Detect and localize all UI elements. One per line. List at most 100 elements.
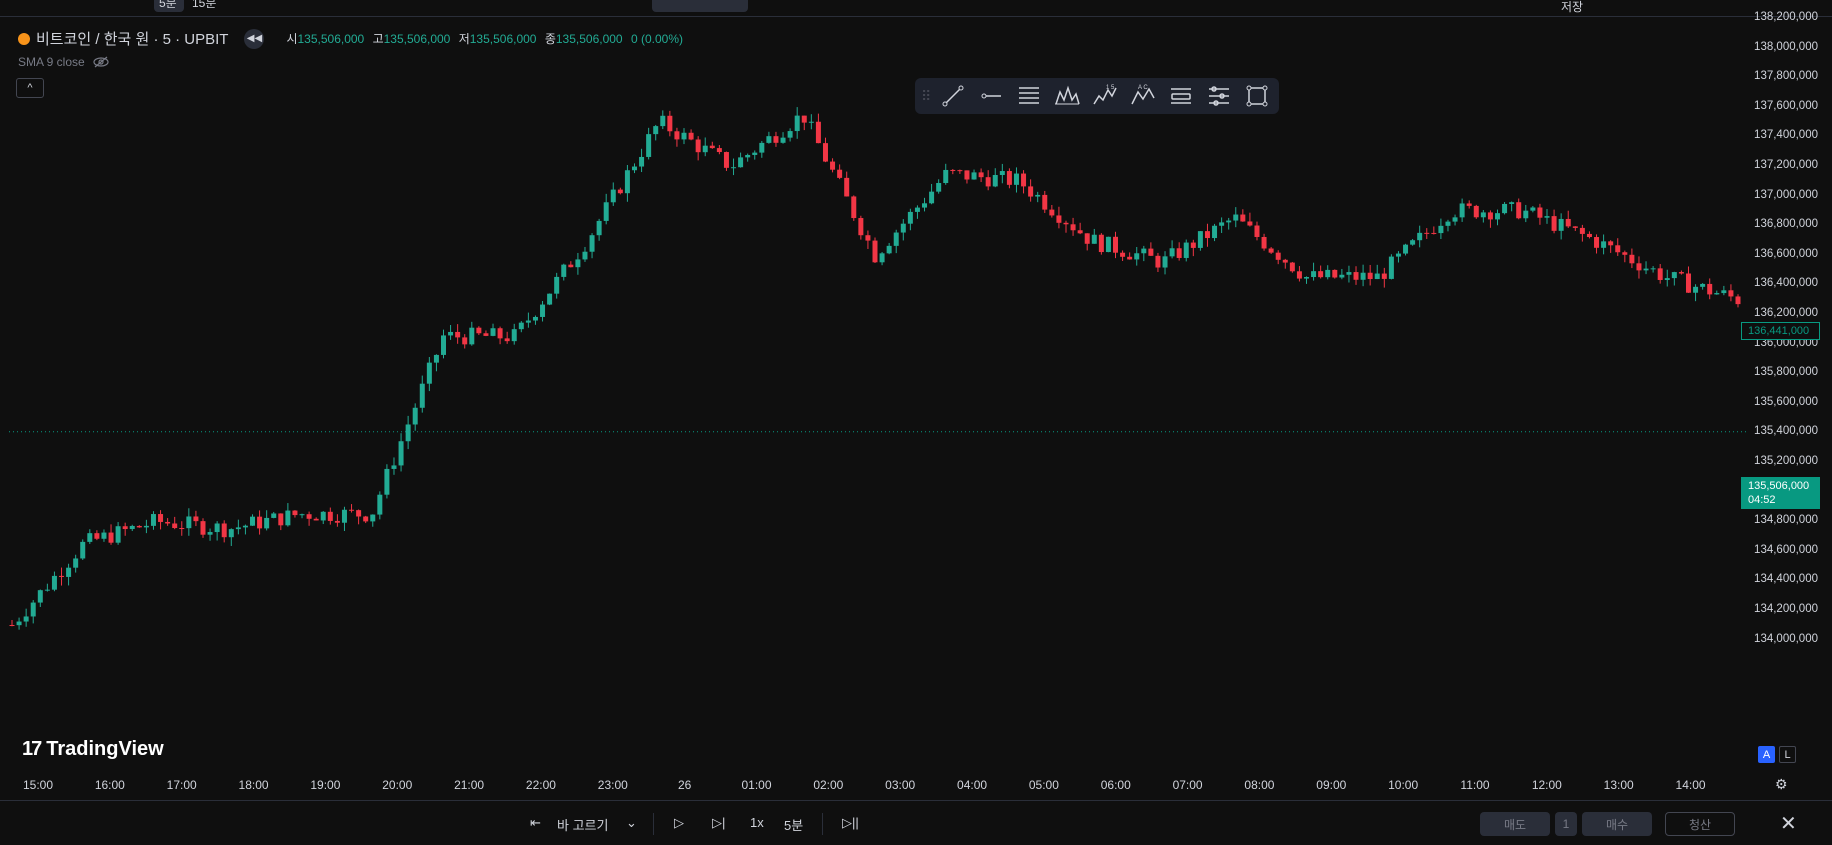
candle [738,152,744,168]
gear-icon[interactable]: ⚙ [1775,776,1788,793]
candle [752,150,758,160]
top-toolbar: 5분 15분 저장 [0,0,1832,17]
step-forward-icon[interactable]: ▷| [712,815,725,831]
timeframe-15m-label[interactable]: 15분 [192,0,216,11]
time-tick-label: 03:00 [885,778,916,792]
candle [23,608,29,627]
tradingview-logo[interactable]: 17 TradingView [22,738,164,761]
time-tick-label: 14:00 [1675,778,1706,792]
buy-button[interactable]: 매수 [1582,812,1652,836]
candle [490,323,496,337]
candle [1487,210,1493,228]
candle [1516,198,1522,220]
candle [1431,226,1437,235]
tradingview-logo-text: TradingView [46,738,164,760]
pattern-icon[interactable] [1049,82,1085,110]
jump-to-realtime-icon[interactable]: ▷|| [842,815,859,831]
candle [1367,264,1373,286]
candle [299,513,305,519]
candle [214,521,220,541]
candle [1028,179,1034,202]
candle [349,504,355,513]
candle [582,246,588,262]
speed-button[interactable]: 1x [750,815,764,830]
candle [30,600,36,624]
candle [1219,217,1225,233]
time-tick-label: 01:00 [741,778,772,792]
chevron-down-icon[interactable]: ⌄ [626,815,637,831]
time-tick-label: 05:00 [1028,778,1059,792]
fib-retracement-icon[interactable] [1011,82,1047,110]
candle [575,252,581,275]
time-tick-label: 12:00 [1531,778,1562,792]
candle [1579,224,1585,242]
close-icon[interactable]: ✕ [1780,811,1797,836]
trend-line-icon[interactable] [935,82,971,110]
candle [589,233,595,259]
candle [1530,206,1536,213]
log-scale-button[interactable]: L [1779,746,1796,763]
candle [992,168,998,188]
bar-countdown: 04:52 [1748,494,1776,506]
candle [228,528,234,546]
candle [879,252,885,266]
candle [469,321,475,346]
candle [9,620,15,627]
svg-text:1 5: 1 5 [1106,85,1115,91]
bar-replay-icon[interactable]: ⇤ [530,815,541,831]
candle [44,583,50,592]
candle [150,511,156,530]
candle [1388,254,1394,280]
candle [235,519,241,535]
candle [1558,213,1564,240]
candle [1261,233,1267,251]
time-axis[interactable]: 15:00 16:00 17:00 18:00 19:00 20:00 21:00 22:00… [0,770,1748,798]
candle [1452,214,1458,226]
drag-handle-icon[interactable]: ⠿ [921,88,933,105]
time-tick-label: 10:00 [1388,778,1419,792]
candle [341,506,347,531]
timeframe-5m-label: 5분 [159,0,177,10]
horizontal-ray-icon[interactable] [973,82,1009,110]
position-range-icon[interactable] [1201,82,1237,110]
replay-toolbar-button[interactable] [652,0,748,12]
long-position-icon[interactable] [1163,82,1199,110]
price-tick-label: 135,400,000 [1754,425,1818,438]
candle [893,229,899,254]
candle [179,521,185,536]
rectangle-icon[interactable] [1239,82,1275,110]
candle [851,195,857,221]
play-icon[interactable]: ▷ [674,815,684,831]
candle [306,511,312,526]
candle [356,509,362,525]
candle [1212,223,1218,242]
price-axis[interactable]: 138,200,000 138,000,000 137,800,000 137,600… [1748,11,1832,790]
settle-button[interactable]: 청산 [1665,812,1735,836]
candle [370,514,376,527]
quantity-box[interactable]: 1 [1555,812,1577,836]
candle [540,300,546,322]
auto-scale-button[interactable]: A [1758,746,1775,763]
candle [1226,217,1232,230]
candlestick-chart[interactable] [0,22,1748,792]
time-tick-label: 08:00 [1244,778,1275,792]
abcd-pattern-icon[interactable]: A C [1125,82,1161,110]
candle [801,115,807,131]
candle [603,193,609,225]
candle [1070,217,1076,236]
candle [1120,250,1126,262]
save-label[interactable]: 저장 [1561,0,1583,15]
candle [653,124,659,141]
candle [971,169,977,180]
bar-replay-label[interactable]: 바 고르기 [557,815,608,834]
candle [780,132,786,144]
time-tick-label: 17:00 [166,778,197,792]
time-tick-label: 26 [677,778,692,792]
price-tick-label: 136,400,000 [1754,277,1818,290]
sell-button[interactable]: 매도 [1480,812,1550,836]
interval-button[interactable]: 5분 [784,815,803,834]
elliott-wave-icon[interactable]: 1 5 [1087,82,1123,110]
price-tick-label: 138,000,000 [1754,40,1818,53]
candle [554,272,560,299]
candle [900,219,906,241]
